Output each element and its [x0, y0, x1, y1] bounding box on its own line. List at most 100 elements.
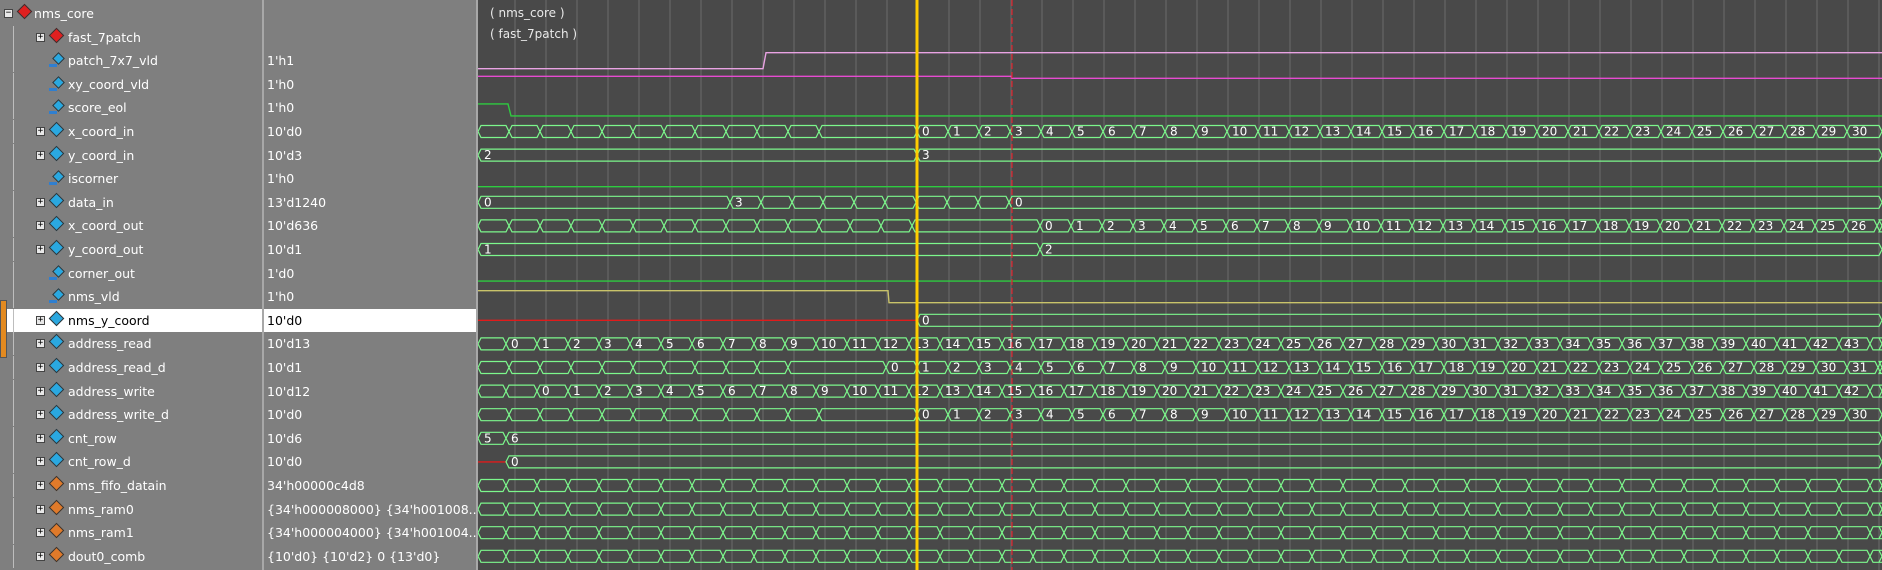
bus-value-label: 21 — [1573, 125, 1588, 139]
cyan-gem-icon — [48, 310, 65, 327]
expand-icon[interactable]: + — [36, 221, 45, 231]
expand-icon[interactable]: + — [36, 32, 45, 42]
tree-line — [13, 285, 14, 309]
left-dock-tab[interactable] — [0, 300, 7, 358]
signal-name: nms_ram1 — [68, 525, 134, 541]
signal-row-nms-fifo-datain[interactable]: + nms_fifo_datain — [0, 474, 262, 497]
bus-value-label: 6 — [728, 384, 736, 398]
bus-value-label: 1 — [542, 337, 550, 351]
expand-icon[interactable]: + — [36, 410, 45, 420]
signal-row-dout0-comb[interactable]: + dout0_comb — [0, 544, 262, 568]
signal-row-y-coord-in[interactable]: + y_coord_in — [0, 143, 262, 167]
tree-line — [13, 332, 14, 356]
bus-value-label: 15 — [976, 337, 991, 351]
expand-icon[interactable]: + — [36, 245, 45, 254]
expand-icon[interactable]: + — [36, 504, 45, 514]
bus-value-label: 1 — [484, 243, 492, 257]
bus-value-label: 3 — [922, 148, 930, 162]
bus-value-label: 17 — [1572, 219, 1587, 233]
signal-row-data-in[interactable]: + data_in — [0, 190, 262, 214]
tree-line — [13, 25, 14, 49]
signal-row-iscorner[interactable]: iscorner — [0, 167, 262, 191]
bus-value-label: 3 — [735, 195, 743, 209]
signal-row-nms-ram1[interactable]: + nms_ram1 — [0, 521, 262, 545]
bus-value-label: 12 — [883, 337, 898, 351]
bus-value-label: 0 — [922, 408, 930, 422]
signal-row-patch-7x7-vld[interactable]: patch_7x7_vld — [0, 49, 262, 73]
signal-row-cnt-row[interactable]: + cnt_row — [0, 426, 262, 450]
expand-icon[interactable]: + — [36, 551, 45, 561]
signal-row-address-read-d[interactable]: + address_read_d — [0, 356, 262, 379]
waveform-canvas[interactable]: ( nms_core )( fast_7patch )0 1 2 3 4 5 6 7 8 9 10 1… — [478, 0, 1882, 570]
signal-row-nms-core[interactable]: − nms_core — [0, 2, 262, 25]
expand-icon[interactable]: + — [36, 386, 45, 396]
signal-row-fast-7patch[interactable]: + fast_7patch — [0, 25, 262, 49]
signal-value — [264, 26, 476, 49]
signal-row-cnt-row-d[interactable]: + cnt_row_d — [0, 450, 262, 474]
bus-value-label: 11 — [1263, 408, 1278, 422]
expand-icon[interactable]: + — [36, 481, 45, 490]
bus-value-label: 41 — [1782, 337, 1797, 351]
bus-value-label: 4 — [666, 384, 674, 398]
bus-shape — [478, 502, 1882, 516]
bus-value-label: 12 — [1263, 361, 1278, 375]
signal-value: 1'h0 — [267, 289, 295, 305]
signal-row-nms-vld[interactable]: nms_vld — [0, 285, 262, 309]
bus-value-label: 23 — [1604, 361, 1619, 375]
signal-row-xy-coord-vld[interactable]: xy_coord_vld — [0, 72, 262, 96]
expand-icon[interactable]: + — [36, 339, 45, 349]
wire-icon — [49, 276, 57, 280]
signal-row-nms-ram0[interactable]: + nms_ram0 — [0, 497, 262, 521]
bus-value-label: 27 — [1348, 337, 1363, 351]
signal-value — [264, 2, 476, 25]
bus-value-label: 16 — [1418, 125, 1433, 139]
bus-value-label: 0 — [1015, 195, 1023, 209]
expand-icon[interactable]: + — [36, 197, 45, 207]
expand-icon[interactable]: + — [36, 528, 45, 538]
bus-value-label: 30 — [1852, 408, 1867, 422]
bus-value-label: 2 — [484, 148, 492, 162]
signal-row-address-write-d[interactable]: + address_write_d — [0, 403, 262, 427]
signal-row-score-eol[interactable]: score_eol — [0, 96, 262, 120]
signal-row-x-coord-out[interactable]: + x_coord_out — [0, 214, 262, 238]
bus-value-label: 41 — [1813, 384, 1828, 398]
signal-row-y-coord-out[interactable]: + y_coord_out — [0, 238, 262, 261]
expand-icon[interactable]: + — [36, 363, 45, 372]
bus-value-label: 19 — [1100, 337, 1115, 351]
collapse-icon[interactable]: − — [4, 9, 13, 18]
bus-value-label: 4 — [1046, 125, 1054, 139]
bus-value-label: 5 — [1046, 361, 1054, 375]
signal-value: 13'd1240 — [267, 194, 327, 210]
bus-value-label: 13 — [1448, 219, 1463, 233]
expand-icon[interactable]: + — [36, 433, 45, 443]
bus-value-label: 1 — [1076, 219, 1084, 233]
expand-icon[interactable]: + — [36, 127, 45, 136]
expand-icon[interactable]: + — [36, 150, 45, 160]
signal-value: 1'd0 — [267, 265, 295, 281]
tree-line — [13, 379, 14, 403]
cyan-gem-icon — [48, 428, 65, 445]
bus-value-label: 23 — [1635, 408, 1650, 422]
orange-gem-icon — [48, 546, 65, 563]
bus-value-label: 14 — [945, 337, 960, 351]
bus-value-label: 7 — [1139, 125, 1147, 139]
bus-value-label: 22 — [1604, 408, 1619, 422]
bus-value-label: 25 — [1697, 125, 1712, 139]
signal-row-corner-out[interactable]: corner_out — [0, 261, 262, 285]
bus-trace — [478, 549, 1882, 563]
signal-row-x-coord-in[interactable]: + x_coord_in — [0, 120, 262, 143]
expand-icon[interactable]: + — [36, 315, 45, 325]
signal-row-address-write[interactable]: + address_write — [0, 379, 262, 403]
signal-row-address-read[interactable]: + address_read — [0, 332, 262, 356]
bus-value-label: 12 — [1294, 408, 1309, 422]
signal-row-nms-y-coord[interactable]: + nms_y_coord — [0, 308, 262, 332]
signal-value: 1'h0 — [267, 100, 295, 116]
scalar-trace — [478, 52, 1882, 70]
bus-value-label: 28 — [1379, 337, 1394, 351]
expand-icon[interactable]: + — [36, 457, 45, 467]
waveform-pane[interactable]: ( nms_core )( fast_7patch ) 0 1 2 3 4 5 6 7 8 9 10 1… — [478, 0, 1882, 570]
tree-line — [13, 474, 14, 497]
bus-value-label: 18 — [1449, 361, 1464, 375]
bus-value-label: 32 — [1534, 384, 1549, 398]
tree-line — [13, 261, 14, 285]
